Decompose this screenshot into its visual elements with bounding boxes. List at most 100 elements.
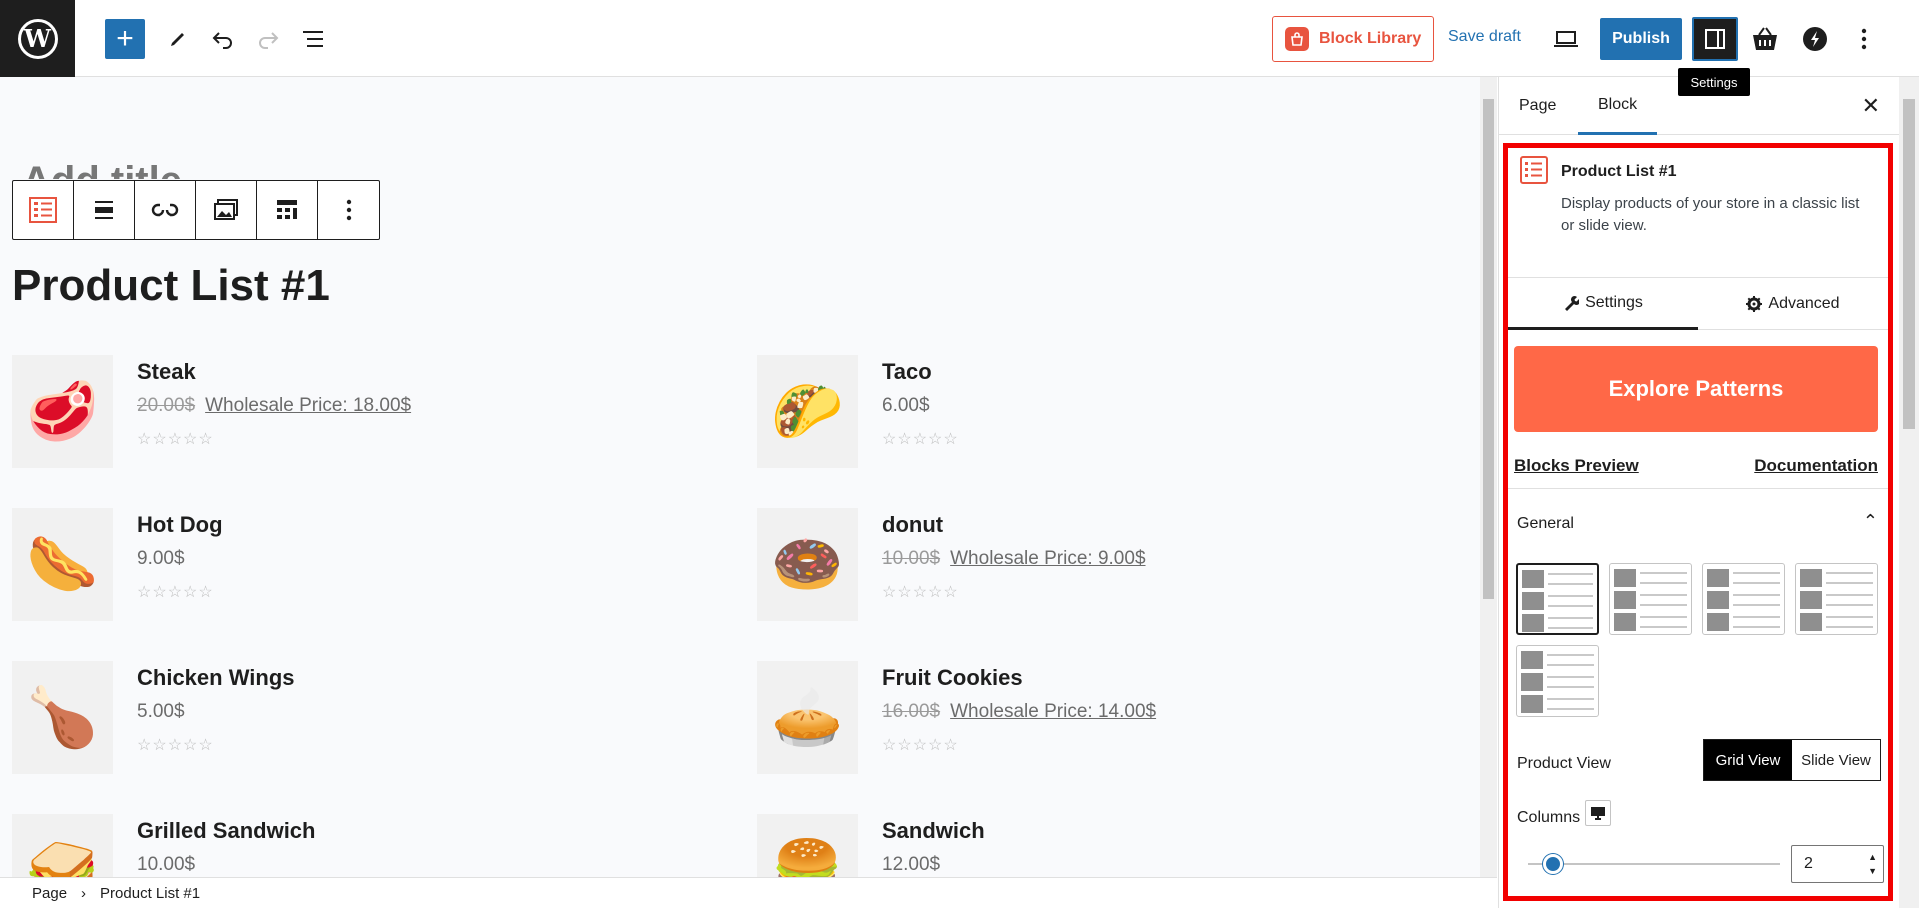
canvas-scrollbar[interactable] bbox=[1480, 77, 1497, 877]
columns-number-input[interactable]: 2 ▲ ▼ bbox=[1791, 845, 1884, 883]
product-item[interactable]: 🌭 Hot Dog 9.00$ ☆☆☆☆☆ bbox=[12, 508, 572, 628]
columns-label: Columns bbox=[1517, 809, 1581, 826]
wholesale-price: Wholesale Price: 14.00$ bbox=[950, 701, 1157, 722]
desktop-icon bbox=[1591, 807, 1605, 820]
pencil-icon bbox=[171, 33, 184, 46]
rating-stars-icon: ☆☆☆☆☆ bbox=[882, 584, 959, 601]
add-block-button[interactable]: + bbox=[105, 19, 145, 59]
tab-advanced-label: Advanced bbox=[1768, 295, 1840, 312]
product-price: 12.00$ bbox=[882, 854, 941, 875]
rating-stars-icon: ☆☆☆☆☆ bbox=[137, 584, 214, 601]
spin-arrows-icon[interactable]: ▲ ▼ bbox=[1868, 850, 1877, 878]
product-name[interactable]: Sandwich bbox=[882, 818, 985, 844]
layout-option[interactable] bbox=[1702, 563, 1785, 635]
sidebar-scrollbar[interactable] bbox=[1899, 77, 1919, 908]
block-type-button[interactable] bbox=[13, 181, 74, 239]
layout-option[interactable] bbox=[1516, 645, 1599, 717]
donut-image[interactable]: 🍩 bbox=[757, 508, 858, 621]
chicken-wings-image[interactable]: 🍗 bbox=[12, 661, 113, 774]
save-draft-button[interactable]: Save draft bbox=[1448, 28, 1521, 46]
wordpress-logo-button[interactable]: W bbox=[0, 0, 75, 77]
block-library-label: Block Library bbox=[1319, 30, 1422, 47]
product-name[interactable]: donut bbox=[882, 512, 943, 538]
product-item[interactable]: 🌮 Taco 6.00$ ☆☆☆☆☆ bbox=[757, 355, 1317, 475]
breadcrumb-block[interactable]: Product List #1 bbox=[100, 885, 200, 902]
grilled-sandwich-image[interactable]: 🥪 bbox=[12, 814, 113, 877]
taco-image[interactable]: 🌮 bbox=[757, 355, 858, 468]
publish-button[interactable]: Publish bbox=[1600, 18, 1682, 60]
wrench-icon bbox=[1565, 295, 1580, 311]
link-button[interactable] bbox=[135, 181, 196, 239]
columns-slider-handle[interactable] bbox=[1543, 854, 1564, 874]
product-price-row: 6.00$ bbox=[882, 395, 930, 417]
hotdog-image[interactable]: 🌭 bbox=[12, 508, 113, 621]
editor-canvas[interactable]: Add title Product List #1 🥩 Steak 20.00$ Wh… bbox=[0, 77, 1480, 877]
plugin-button[interactable] bbox=[1795, 19, 1835, 59]
tab-advanced[interactable]: Advanced bbox=[1698, 278, 1888, 330]
product-item[interactable]: 🍗 Chicken Wings 5.00$ ☆☆☆☆☆ bbox=[12, 661, 572, 781]
product-name[interactable]: Fruit Cookies bbox=[882, 665, 1023, 691]
chevron-up-icon[interactable]: ⌃ bbox=[1863, 511, 1878, 532]
desktop-device-button[interactable] bbox=[1585, 800, 1611, 826]
settings-tooltip: Settings bbox=[1678, 68, 1750, 96]
product-name[interactable]: Grilled Sandwich bbox=[137, 818, 315, 844]
image-settings-button[interactable] bbox=[196, 181, 257, 239]
rating-stars-icon: ☆☆☆☆☆ bbox=[137, 431, 214, 448]
explore-patterns-button[interactable]: Explore Patterns bbox=[1514, 346, 1878, 432]
product-name[interactable]: Hot Dog bbox=[137, 512, 223, 538]
steak-image[interactable]: 🥩 bbox=[12, 355, 113, 468]
undo-button[interactable] bbox=[203, 19, 243, 59]
preview-button[interactable] bbox=[1546, 19, 1586, 59]
chevron-right-icon: › bbox=[81, 884, 87, 902]
fruit-cookies-image[interactable]: 🥧 bbox=[757, 661, 858, 774]
edit-pencil-button[interactable] bbox=[158, 19, 198, 59]
product-price: 10.00$ bbox=[137, 854, 196, 875]
layout-option[interactable] bbox=[1609, 563, 1692, 635]
block-options-button[interactable] bbox=[318, 181, 379, 239]
product-price-row: 10.00$ bbox=[137, 854, 195, 876]
settings-sidebar: Page Block ✕ Product List #1 Display pro… bbox=[1498, 77, 1900, 908]
settings-toggle-button[interactable] bbox=[1692, 17, 1738, 61]
breadcrumb-page[interactable]: Page bbox=[32, 885, 67, 902]
gear-icon bbox=[1746, 296, 1763, 312]
blocks-preview-link[interactable]: Blocks Preview bbox=[1514, 456, 1639, 476]
close-icon[interactable]: ✕ bbox=[1862, 93, 1880, 119]
tab-settings[interactable]: Settings bbox=[1508, 278, 1698, 330]
options-menu-button[interactable] bbox=[1844, 19, 1884, 59]
scroll-thumb[interactable] bbox=[1483, 99, 1494, 599]
product-name[interactable]: Chicken Wings bbox=[137, 665, 295, 691]
general-panel-title[interactable]: General bbox=[1517, 515, 1574, 533]
inspector-tabs: Settings Advanced bbox=[1508, 278, 1888, 330]
tab-page[interactable]: Page bbox=[1499, 77, 1576, 135]
layout-option[interactable] bbox=[1795, 563, 1878, 635]
table-layout-button[interactable] bbox=[257, 181, 318, 239]
sandwich-image[interactable]: 🍔 bbox=[757, 814, 858, 877]
product-item[interactable]: 🥩 Steak 20.00$ Wholesale Price: 18.00$ ☆☆☆☆☆ bbox=[12, 355, 572, 475]
grid-view-option[interactable]: Grid View bbox=[1704, 740, 1792, 780]
product-view-toggle: Grid View Slide View bbox=[1703, 739, 1881, 781]
product-item[interactable]: 🍔Sandwich12.00$☆☆☆☆☆ bbox=[757, 814, 1317, 877]
post-title-ghost[interactable]: Add title bbox=[22, 159, 182, 179]
redo-button[interactable] bbox=[248, 19, 288, 59]
regular-price: 20.00$ bbox=[137, 395, 196, 416]
product-item[interactable]: 🥧 Fruit Cookies 16.00$ Wholesale Price: 14.… bbox=[757, 661, 1317, 781]
align-wide-icon bbox=[95, 201, 113, 219]
scroll-thumb[interactable] bbox=[1903, 99, 1915, 429]
tab-block[interactable]: Block bbox=[1578, 77, 1658, 135]
document-overview-button[interactable] bbox=[293, 19, 333, 59]
block-inspector-panel: Product List #1 Display products of your… bbox=[1503, 143, 1893, 901]
woocommerce-button[interactable] bbox=[1745, 19, 1785, 59]
product-name[interactable]: Steak bbox=[137, 359, 196, 385]
documentation-link[interactable]: Documentation bbox=[1754, 456, 1878, 476]
block-heading[interactable]: Product List #1 bbox=[12, 261, 330, 311]
columns-slider-track[interactable] bbox=[1528, 863, 1780, 865]
layout-option[interactable] bbox=[1516, 563, 1599, 635]
product-item[interactable]: 🥪Grilled Sandwich10.00$☆☆☆☆☆ bbox=[12, 814, 572, 877]
product-name[interactable]: Taco bbox=[882, 359, 932, 385]
block-library-button[interactable]: Block Library bbox=[1272, 16, 1434, 62]
align-button[interactable] bbox=[74, 181, 135, 239]
block-description: Display products of your store in a clas… bbox=[1561, 195, 1860, 234]
slide-view-option[interactable]: Slide View bbox=[1792, 740, 1880, 780]
product-list-icon bbox=[1520, 156, 1548, 184]
product-item[interactable]: 🍩 donut 10.00$ Wholesale Price: 9.00$ ☆☆☆☆☆ bbox=[757, 508, 1317, 628]
